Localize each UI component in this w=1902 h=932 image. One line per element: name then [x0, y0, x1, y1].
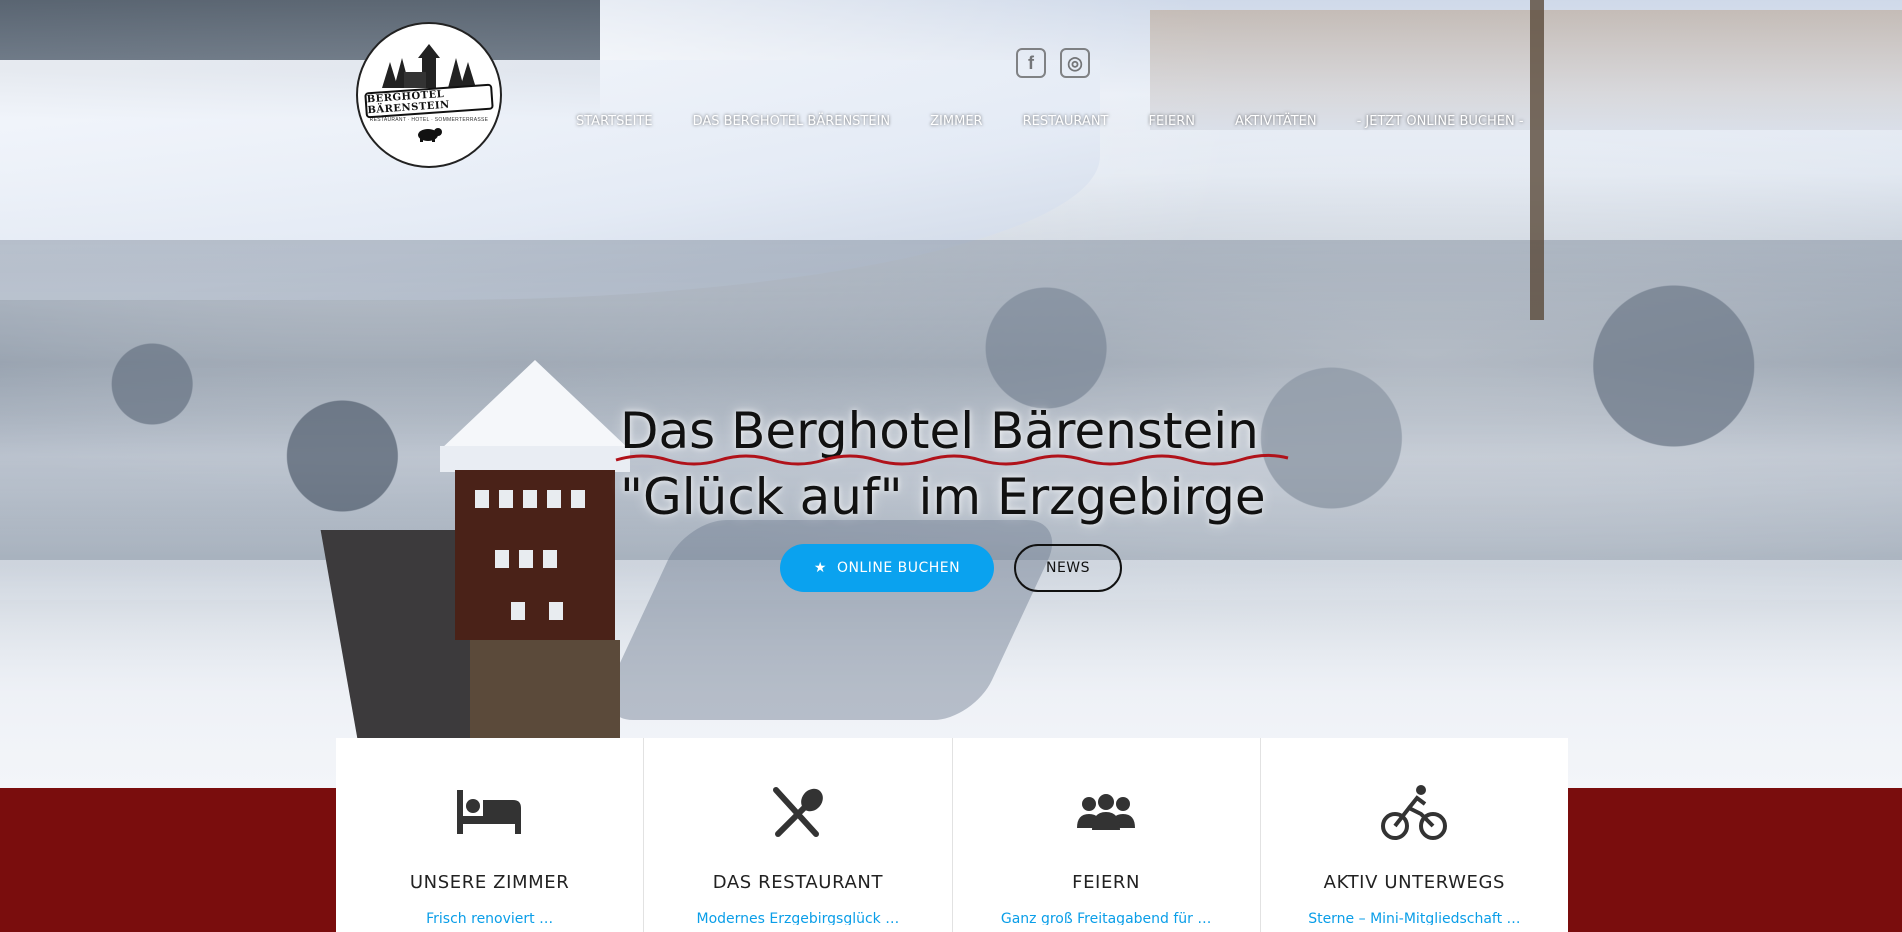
hotel-logo[interactable]: BERGHOTEL BÄRENSTEIN RESTAURANT · HOTEL …: [356, 22, 502, 168]
nav-item-feiern[interactable]: Feiern: [1148, 114, 1195, 129]
feature-restaurant[interactable]: Das Restaurant Modernes Erzgebirgsglück …: [644, 738, 953, 932]
social-links: f ◎: [1016, 48, 1090, 78]
star-icon: ★: [813, 560, 827, 576]
bed-icon: [455, 782, 525, 842]
main-nav: Startseite Das Berghotel Bärenstein Zimm…: [576, 114, 1564, 129]
facebook-icon[interactable]: f: [1016, 48, 1046, 78]
nav-item-zimmer[interactable]: Zimmer: [930, 114, 982, 129]
online-buchen-button[interactable]: ★ Online buchen: [780, 544, 994, 592]
nav-item-online-buchen[interactable]: - Jetzt online buchen -: [1357, 114, 1524, 129]
hero-pole: [1530, 0, 1544, 320]
hero-title: Das Berghotel Bärenstein "Glück auf" im …: [615, 398, 1300, 530]
online-buchen-label: Online buchen: [836, 560, 961, 576]
nav-item-restaurant[interactable]: Restaurant: [1023, 114, 1109, 129]
feature-link[interactable]: Modernes Erzgebirgsglück …: [697, 911, 900, 925]
feature-title: Aktiv unterwegs: [1323, 872, 1506, 893]
nav-item-berghotel[interactable]: Das Berghotel Bärenstein: [693, 114, 891, 129]
hero-title-line2: "Glück auf" im Erzgebirge: [620, 468, 1266, 526]
feature-aktiv[interactable]: Aktiv unterwegs Sterne – Mini-Mitgliedsc…: [1261, 738, 1568, 932]
bear-icon: [415, 126, 443, 147]
feature-title: Das Restaurant: [712, 872, 884, 893]
logo-tower-icon: [374, 43, 484, 88]
features-panel: Unsere Zimmer Frisch renoviert … Das Res…: [336, 738, 1568, 932]
group-icon: [1071, 782, 1141, 842]
news-button[interactable]: News: [1014, 544, 1122, 592]
feature-zimmer[interactable]: Unsere Zimmer Frisch renoviert …: [336, 738, 645, 932]
fork-spoon-icon: [763, 782, 833, 842]
feature-feiern[interactable]: Feiern Ganz groß Freitagabend für …: [953, 738, 1261, 932]
bicycle-icon: [1379, 782, 1449, 842]
instagram-icon[interactable]: ◎: [1060, 48, 1090, 78]
nav-item-startseite[interactable]: Startseite: [576, 114, 653, 129]
feature-title: Unsere Zimmer: [409, 872, 570, 893]
feature-link[interactable]: Frisch renoviert …: [426, 911, 553, 925]
nav-item-aktivitaeten[interactable]: Aktivitäten: [1235, 114, 1317, 129]
hotel-tower: [420, 360, 650, 788]
feature-title: Feiern: [1072, 872, 1141, 893]
feature-link[interactable]: Ganz groß Freitagabend für …: [1001, 911, 1212, 925]
hero-village: [1150, 10, 1902, 130]
logo-subtitle: RESTAURANT · HOTEL · SOMMERTERRASSE: [369, 116, 489, 123]
squiggle-decoration: [615, 453, 1289, 466]
logo-title: BERGHOTEL BÄRENSTEIN: [364, 83, 494, 118]
feature-link[interactable]: Sterne – Mini-Mitgliedschaft …: [1308, 911, 1520, 925]
